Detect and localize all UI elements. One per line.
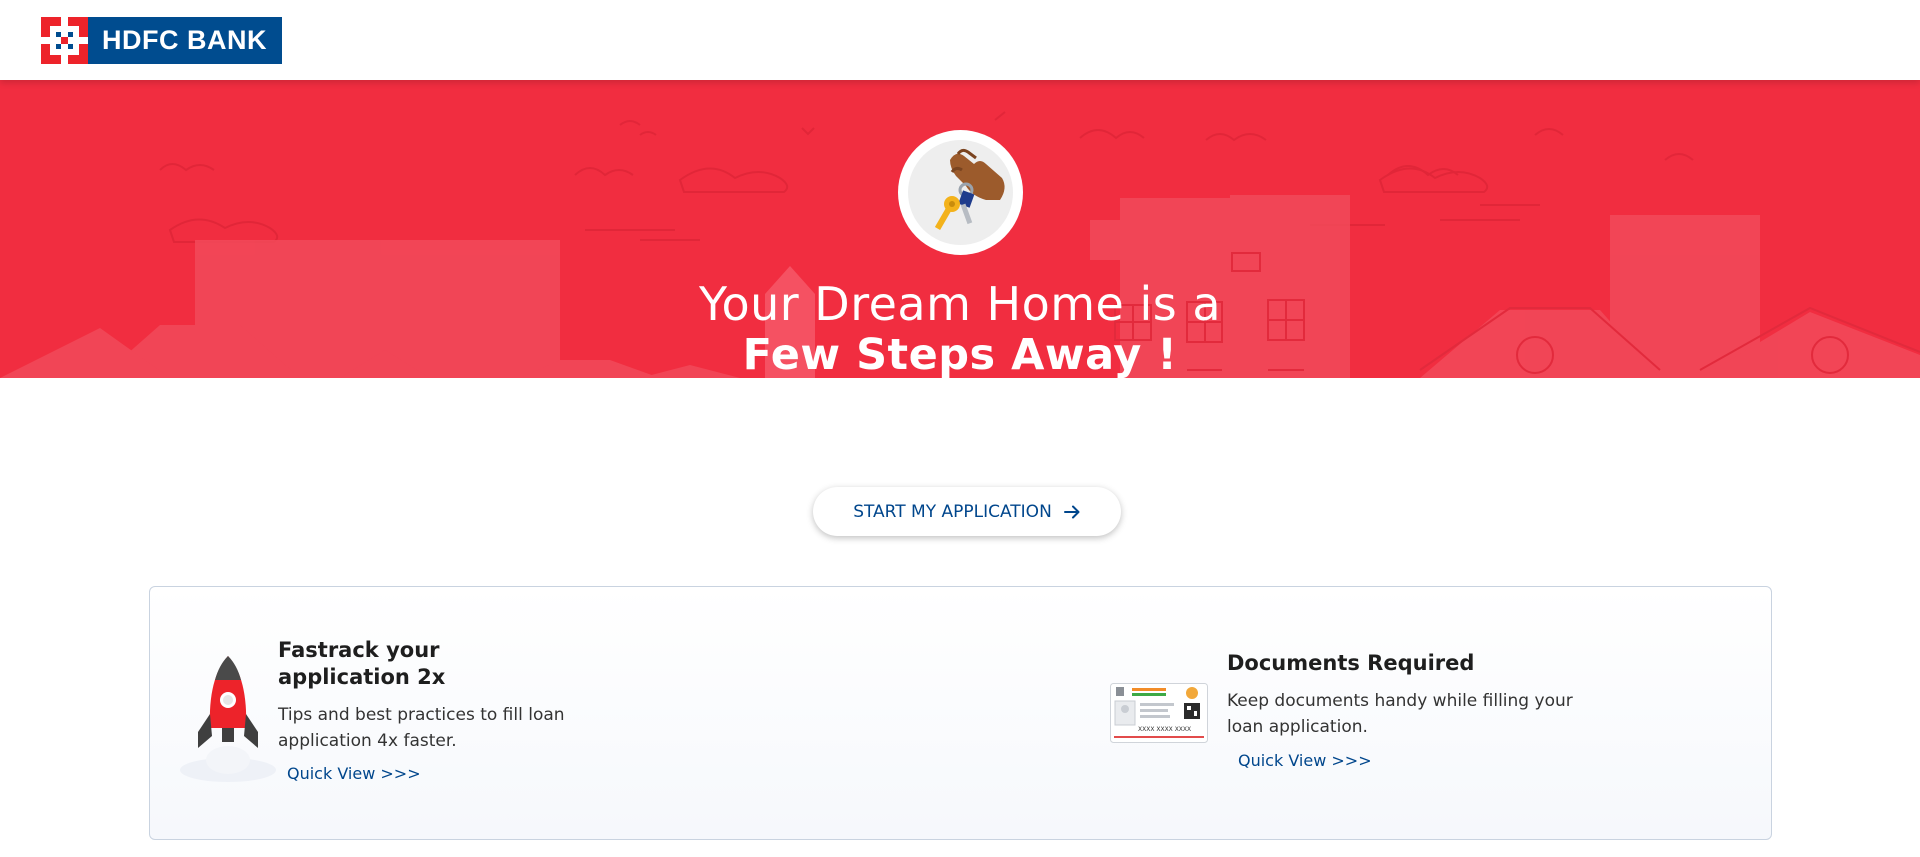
start-application-button[interactable]: START MY APPLICATION <box>813 487 1121 536</box>
hdfc-bank-logo[interactable]: HDFC BANK <box>41 17 282 64</box>
hero-title-line2: Few Steps Away ! <box>742 330 1178 378</box>
fastrack-quick-view-link[interactable]: Quick View >>> <box>287 764 421 783</box>
start-application-label: START MY APPLICATION <box>853 501 1052 522</box>
hand-holding-keys-icon <box>934 148 1005 231</box>
logo-text: HDFC BANK <box>88 17 282 64</box>
id-card-number: XXXX XXXX XXXX <box>1138 726 1191 733</box>
hdfc-logo-mark-icon <box>41 17 88 64</box>
hand-holding-keys-badge <box>898 130 1023 255</box>
rocket-icon <box>180 656 276 782</box>
hero-banner: Your Dream Home is a Few Steps Away ! <box>0 80 1920 378</box>
documents-required-title: Documents Required <box>1227 651 1475 675</box>
hero-title-line1: Your Dream Home is a <box>698 277 1222 331</box>
site-header: HDFC BANK <box>0 0 1920 80</box>
id-card-icon: XXXX XXXX XXXX <box>1110 683 1208 743</box>
documents-quick-view-link[interactable]: Quick View >>> <box>1238 751 1372 770</box>
documents-required-description: Keep documents handy while filling your … <box>1227 691 1573 737</box>
application-info-card: Fastrack your application 2x Tips and be… <box>149 586 1772 840</box>
fastrack-description: Tips and best practices to fill loan app… <box>278 705 565 751</box>
arrow-right-icon <box>1063 505 1080 518</box>
fastrack-title: Fastrack your application 2x <box>278 638 446 689</box>
